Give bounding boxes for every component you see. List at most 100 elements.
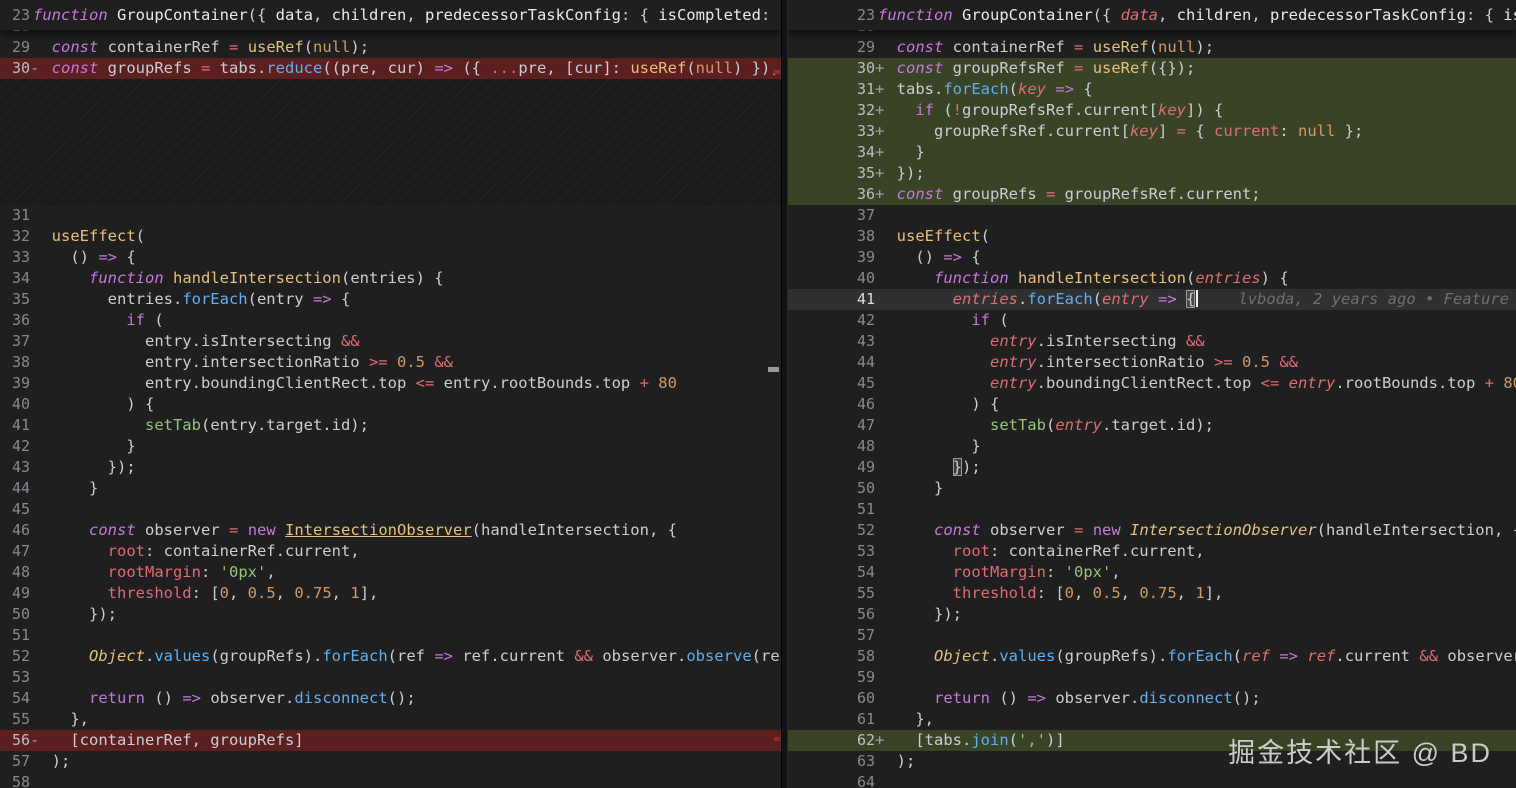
code-line[interactable]: 51 [788,499,1516,520]
code-line[interactable]: 32 useEffect( [0,226,781,247]
line-number: 53 [856,542,875,560]
line-number [0,184,30,205]
code-line[interactable]: 40 function handleIntersection(entries) … [788,268,1516,289]
code-line[interactable]: 48 } [788,436,1516,457]
code-line[interactable]: 46 ) { [788,394,1516,415]
code-token: null [313,38,351,56]
scrollbar-thumb[interactable] [768,367,779,372]
code-token: = [1046,185,1056,203]
code-line[interactable]: 33 () => { [0,247,781,268]
code-text: entry.boundingClientRect.top <= entry.ro… [875,373,1516,394]
code-line[interactable]: 46 const observer = new IntersectionObse… [0,520,781,541]
code-line[interactable]: 23 function GroupContainer({ data, childr… [0,5,781,26]
code-line[interactable]: 51 [0,625,781,646]
code-line[interactable]: 31 [0,205,781,226]
code-token: containerRef [98,38,229,56]
diff-added-line[interactable]: 35 + }); [788,163,1516,184]
diff-removed-line[interactable]: 56- [containerRef, groupRefs] [0,730,781,751]
code-line[interactable]: 61 }, [788,709,1516,730]
code-token: (); [387,689,416,707]
code-line[interactable]: 64 [788,772,1516,788]
code-line[interactable]: 54 rootMargin: '0px', [788,562,1516,583]
code-line[interactable]: 29 const containerRef = useRef(null); [0,37,781,58]
code-line[interactable]: 37 [788,205,1516,226]
code-line[interactable]: 50 } [788,478,1516,499]
code-token: : [1279,122,1298,140]
code-line[interactable]: 48 rootMargin: '0px', [0,562,781,583]
code-token: <= [415,374,435,392]
diff-added-line[interactable]: 30 + const groupRefsRef = useRef({}); [788,58,1516,79]
code-token: rootMargin [952,563,1046,581]
modified-editor-pane[interactable]: 2829 const containerRef = useRef(null);3… [788,0,1516,788]
code-line[interactable]: 44 entry.intersectionRatio >= 0.5 && [788,352,1516,373]
current-line[interactable]: 41 entries.forEach(entry => {lvboda, 2 y… [788,289,1516,310]
code-token: join [971,731,1009,749]
code-line[interactable]: 43 entry.isIntersecting && [788,331,1516,352]
code-token: null [695,59,733,77]
code-line[interactable]: 40 ) { [0,394,781,415]
code-token: => [943,248,962,266]
code-line[interactable]: 45 [0,499,781,520]
code-line[interactable]: 52 const observer = new IntersectionObse… [788,520,1516,541]
diff-added-line[interactable]: 34 + } [788,142,1516,163]
code-token: const [89,521,136,539]
code-line[interactable]: 52 Object.values(groupRefs).forEach(ref … [0,646,781,667]
code-line[interactable]: 53 [0,667,781,688]
code-text: entry.boundingClientRect.top <= entry.ro… [30,373,781,394]
code-line[interactable]: 60 return () => observer.disconnect(); [788,688,1516,709]
code-line[interactable]: 34 function handleIntersection(entries) … [0,268,781,289]
code-line[interactable]: 37 entry.isIntersecting && [0,331,781,352]
code-line[interactable]: 38 useEffect( [788,226,1516,247]
code-token: >= [1213,353,1233,371]
code-line[interactable]: 43 }); [0,457,781,478]
code-line[interactable]: 55 threshold: [0, 0.5, 0.75, 1], [788,583,1516,604]
code-token: 0.5 [1241,353,1270,371]
code-line[interactable]: 42 } [0,436,781,457]
code-line[interactable]: 47 root: containerRef.current, [0,541,781,562]
code-line[interactable]: 38 entry.intersectionRatio >= 0.5 && [0,352,781,373]
diff-added-line[interactable]: 36 + const groupRefs = groupRefsRef.curre… [788,184,1516,205]
code-line[interactable]: 23 function GroupContainer({ data, childr… [788,5,1516,26]
diff-sign: + [875,59,885,77]
code-line[interactable]: 45 entry.boundingClientRect.top <= entry… [788,373,1516,394]
diff-sash[interactable] [781,0,788,788]
code-token: useEffect [896,227,981,245]
code-token: (groupRefs). [210,647,323,665]
code-line[interactable]: 29 const containerRef = useRef(null); [788,37,1516,58]
code-line[interactable]: 54 return () => observer.disconnect(); [0,688,781,709]
sticky-scope-line-modified[interactable]: 23 function GroupContainer({ data, childr… [788,0,1516,30]
diff-added-line[interactable]: 33 + groupRefsRef.current[key] = { curren… [788,121,1516,142]
code-line[interactable]: 57 ); [0,751,781,772]
code-line[interactable]: 49 }); [788,457,1516,478]
code-line[interactable]: 50 }); [0,604,781,625]
diff-removed-line[interactable]: 30- const groupRefs = tabs.reduce((pre, … [0,58,781,79]
overview-ruler[interactable] [767,0,781,788]
code-line[interactable]: 49 threshold: [0, 0.5, 0.75, 1], [0,583,781,604]
code-line[interactable]: 36 if ( [0,310,781,331]
diff-added-line[interactable]: 31 + tabs.forEach(key => { [788,79,1516,100]
code-line[interactable]: 39 () => { [788,247,1516,268]
original-editor-pane[interactable]: 2829 const containerRef = useRef(null);3… [0,0,781,788]
code-line[interactable]: 55 }, [0,709,781,730]
code-line[interactable]: 56 }); [788,604,1516,625]
sticky-scope-line-original[interactable]: 23 function GroupContainer({ data, childr… [0,0,781,30]
diff-added-line[interactable]: 32 + if (!groupRefsRef.current[key]) { [788,100,1516,121]
code-token: new [1092,521,1121,539]
line-number: 43 [856,332,875,350]
code-line[interactable]: 58 Object.values(groupRefs).forEach(ref … [788,646,1516,667]
code-token: ( [1148,38,1159,56]
code-line[interactable]: 42 if ( [788,310,1516,331]
code-token: 1 [1195,584,1205,602]
code-line[interactable]: 39 entry.boundingClientRect.top <= entry… [0,373,781,394]
code-line[interactable]: 35 entries.forEach(entry => { [0,289,781,310]
code-token: ( [1045,416,1056,434]
code-line[interactable]: 44 } [0,478,781,499]
code-line[interactable]: 41 setTab(entry.target.id); [0,415,781,436]
code-line[interactable]: 53 root: containerRef.current, [788,541,1516,562]
code-line[interactable]: 58 [0,772,781,788]
code-line[interactable]: 57 [788,625,1516,646]
code-line[interactable]: 59 [788,667,1516,688]
code-line[interactable]: 47 setTab(entry.target.id); [788,415,1516,436]
code-token: { [331,290,351,308]
